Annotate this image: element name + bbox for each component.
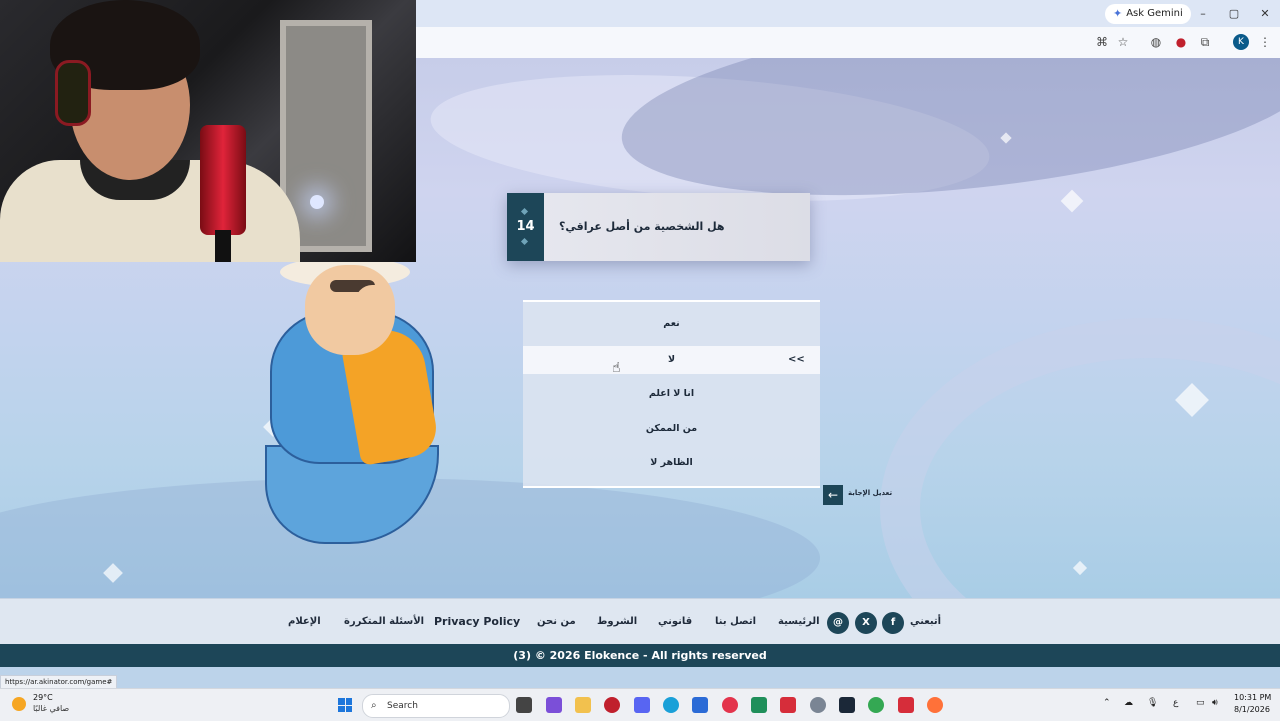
- opera-icon[interactable]: [722, 697, 738, 713]
- answer-no[interactable]: لا <<: [523, 346, 820, 374]
- taskbar-search-box[interactable]: ⌕ Search: [362, 694, 510, 718]
- app-icon-red[interactable]: [898, 697, 914, 713]
- footer-link-home[interactable]: الرئيسية: [778, 599, 820, 645]
- browser-menu-icon[interactable]: ⋮: [1256, 33, 1274, 51]
- taskbar-date[interactable]: 8/1/2026: [1234, 705, 1270, 714]
- threads-icon[interactable]: @: [827, 612, 849, 634]
- profile-avatar[interactable]: K: [1233, 34, 1249, 50]
- volume-icon[interactable]: 🔊︎: [1212, 698, 1218, 708]
- copyright-bar: (3) © 2026 Elokence - All rights reserve…: [0, 644, 1280, 667]
- background-swirl: [880, 318, 1280, 598]
- weather-description[interactable]: صافي غالبًا: [33, 704, 69, 713]
- network-icon[interactable]: ▭: [1196, 698, 1205, 708]
- steam-icon[interactable]: [839, 697, 855, 713]
- weather-sun-icon[interactable]: [12, 697, 26, 711]
- site-footer-nav: أتبعني الرئيسية اتصل بنا قانوني الشروط م…: [0, 598, 1280, 645]
- webcam-overlay: [0, 0, 416, 262]
- translate-icon[interactable]: ⌘: [1093, 33, 1111, 51]
- question-card: 14 هل الشخصية من أصل عراقي؟: [507, 193, 810, 261]
- answer-no-label: لا: [667, 354, 676, 365]
- media-app-icon[interactable]: [604, 697, 620, 713]
- discord-icon[interactable]: [634, 697, 650, 713]
- windows-start-icon[interactable]: [338, 698, 352, 712]
- restore-button[interactable]: ▢: [1221, 4, 1247, 24]
- taskbar-time[interactable]: 10:31 PM: [1234, 693, 1271, 702]
- x-twitter-icon[interactable]: X: [855, 612, 877, 634]
- extension-badge-icon[interactable]: ●: [1172, 33, 1190, 51]
- akinator-genie-image: [255, 255, 465, 545]
- undo-answer-label[interactable]: تعديل الإجابة: [848, 489, 892, 497]
- answer-yes[interactable]: نعم: [523, 310, 820, 338]
- follow-label: أتبعني: [910, 616, 942, 627]
- windows-taskbar: 29°C صافي غالبًا ⌕ Search ⌃ ☁ 🎙︎ ع ▭ 🔊︎ …: [0, 688, 1280, 721]
- question-number-badge: 14: [507, 193, 544, 261]
- tray-chevron-icon[interactable]: ⌃: [1103, 698, 1111, 708]
- sparkle-decoration: [1060, 189, 1084, 213]
- answer-probably[interactable]: من الممكن: [523, 415, 820, 443]
- extensions-puzzle-icon[interactable]: ⧉: [1196, 33, 1214, 51]
- undo-answer-button[interactable]: ←: [823, 485, 843, 505]
- task-view-icon[interactable]: [516, 697, 532, 713]
- ask-gemini-label: Ask Gemini: [1126, 8, 1183, 19]
- app-icon[interactable]: [751, 697, 767, 713]
- ask-gemini-button[interactable]: ✦ Ask Gemini: [1105, 4, 1191, 24]
- globe-icon[interactable]: ◍: [1147, 33, 1165, 51]
- recorder-app-icon[interactable]: [780, 697, 796, 713]
- minimize-button[interactable]: –: [1190, 4, 1216, 24]
- bookmark-star-icon[interactable]: ☆: [1114, 33, 1132, 51]
- microphone-icon[interactable]: 🎙︎: [1147, 698, 1158, 708]
- selection-chevron-icon: <<: [788, 354, 805, 365]
- answers-panel: نعم لا << انا لا اعلم من الممكن الظاهر ل…: [523, 300, 820, 488]
- store-icon[interactable]: [692, 697, 708, 713]
- edge-icon[interactable]: [663, 697, 679, 713]
- settings-gear-icon[interactable]: [810, 697, 826, 713]
- footer-link-press[interactable]: الإعلام: [288, 599, 321, 645]
- search-placeholder: Search: [387, 701, 418, 711]
- footer-link-privacy[interactable]: Privacy Policy: [434, 599, 520, 645]
- gemini-sparkle-icon: ✦: [1113, 7, 1123, 20]
- language-indicator[interactable]: ع: [1173, 698, 1178, 708]
- answer-dont-know[interactable]: انا لا اعلم: [523, 380, 820, 408]
- facebook-icon[interactable]: f: [882, 612, 904, 634]
- copilot-app-icon[interactable]: [546, 697, 562, 713]
- onedrive-icon[interactable]: ☁: [1124, 698, 1133, 708]
- weather-temperature[interactable]: 29°C: [33, 693, 53, 702]
- footer-link-contact[interactable]: اتصل بنا: [715, 599, 756, 645]
- close-button[interactable]: ✕: [1252, 4, 1278, 24]
- question-number: 14: [516, 219, 535, 234]
- footer-link-legal[interactable]: قانوني: [658, 599, 692, 645]
- mouse-cursor-icon: ☝: [612, 360, 621, 376]
- question-text: هل الشخصية من أصل عراقي؟: [559, 220, 725, 233]
- footer-link-about[interactable]: من نحن: [537, 599, 576, 645]
- footer-link-faq[interactable]: الأسئلة المتكررة: [344, 599, 424, 645]
- firefox-icon[interactable]: [927, 697, 943, 713]
- answer-probably-not[interactable]: الظاهر لا: [523, 449, 820, 477]
- footer-link-terms[interactable]: الشروط: [597, 599, 637, 645]
- chrome-icon[interactable]: [868, 697, 884, 713]
- file-explorer-icon[interactable]: [575, 697, 591, 713]
- search-icon: ⌕: [371, 700, 377, 711]
